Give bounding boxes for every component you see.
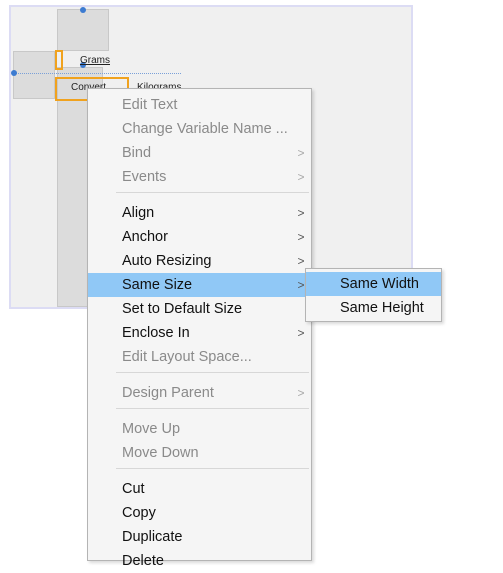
menu-item-edit-layout-space[interactable]: Edit Layout Space... [88,345,311,369]
menu-item-label: Align [122,205,155,221]
menu-item-label: Bind [122,145,152,161]
chevron-right-icon: > [297,386,305,400]
context-menu: Edit Text Change Variable Name ... Bind > Ev… [87,88,312,569]
menu-item-align[interactable]: Align > [88,201,311,225]
menu-item-label: Set to Default Size [122,301,243,317]
menu-item-label: Same Size [122,277,193,293]
menu-item-label: Events [122,169,167,185]
menu-item-label: Copy [122,505,156,521]
submenu-item-label: Same Height [340,300,424,316]
menu-item-delete[interactable]: Delete [88,549,311,573]
menu-item-edit-text[interactable]: Edit Text [88,93,311,117]
grams-label[interactable]: Grams [80,55,110,66]
resize-handle-left[interactable] [11,70,17,76]
submenu-item-same-width[interactable]: Same Width [306,272,441,296]
menu-item-label: Change Variable Name ... [122,121,288,137]
submenu-item-label: Same Width [340,276,419,292]
menu-item-anchor[interactable]: Anchor > [88,225,311,249]
menu-separator [116,468,309,469]
menu-item-label: Cut [122,481,145,497]
menu-item-auto-resizing[interactable]: Auto Resizing > [88,249,311,273]
menu-item-cut[interactable]: Cut [88,477,311,501]
chevron-right-icon: > [297,230,305,244]
menu-separator [116,192,309,193]
menu-item-events[interactable]: Events > [88,165,311,189]
resize-handle-top[interactable] [80,7,86,13]
menu-item-label: Move Down [122,445,199,461]
menu-item-label: Anchor [122,229,168,245]
menu-item-copy[interactable]: Copy [88,501,311,525]
column-panel-top[interactable] [57,9,109,51]
menu-item-label: Edit Layout Space... [122,349,252,365]
menu-item-bind[interactable]: Bind > [88,141,311,165]
chevron-right-icon: > [297,206,305,220]
menu-item-set-to-default-size[interactable]: Set to Default Size [88,297,311,321]
menu-item-same-size[interactable]: Same Size > [88,273,311,297]
row-panel-left[interactable] [13,51,55,99]
menu-item-label: Edit Text [122,97,178,113]
menu-item-label: Enclose In [122,325,190,341]
menu-item-label: Duplicate [122,529,183,545]
menu-item-label: Move Up [122,421,181,437]
chevron-right-icon: > [297,146,305,160]
menu-separator [116,372,309,373]
chevron-right-icon: > [297,326,305,340]
menu-item-enclose-in[interactable]: Enclose In > [88,321,311,345]
menu-item-label: Delete [122,553,164,569]
submenu-item-same-height[interactable]: Same Height [306,296,441,320]
menu-item-label: Design Parent [122,385,214,401]
chevron-right-icon: > [297,170,305,184]
menu-item-move-down[interactable]: Move Down [88,441,311,465]
menu-separator [116,408,309,409]
menu-item-design-parent[interactable]: Design Parent > [88,381,311,405]
horizontal-guide [13,73,181,74]
menu-item-label: Auto Resizing [122,253,212,269]
same-size-submenu: Same Width Same Height [305,268,442,322]
menu-item-change-variable-name[interactable]: Change Variable Name ... [88,117,311,141]
menu-item-move-up[interactable]: Move Up [88,417,311,441]
menu-item-duplicate[interactable]: Duplicate [88,525,311,549]
grams-label-selection [55,50,63,70]
